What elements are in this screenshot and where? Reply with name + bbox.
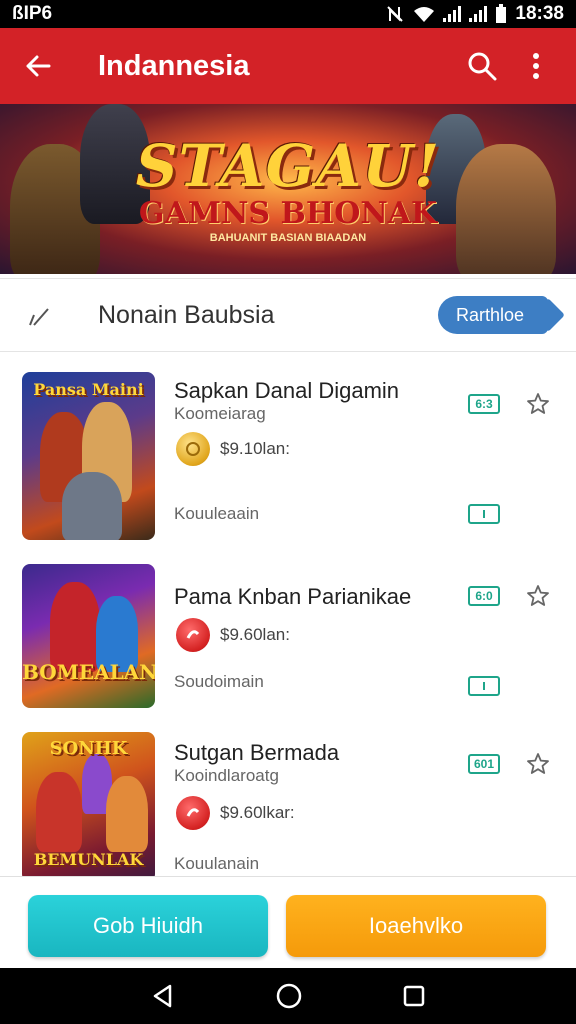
star-icon[interactable] [526, 392, 550, 416]
thumbnail-figure [36, 772, 82, 852]
status-time: 18:38 [515, 3, 564, 24]
more-options-button[interactable] [516, 46, 556, 86]
section-action-button[interactable]: Rarthloe [437, 296, 548, 334]
rating-badge: 6:0 [468, 586, 500, 606]
game-price: $9.60lan: [220, 625, 290, 644]
game-thumbnail[interactable]: SONHK BEMUNLAK [22, 732, 155, 876]
install-badge[interactable] [468, 676, 500, 696]
rating-badge: 601 [468, 754, 500, 774]
banner-title: STAGAU! [135, 132, 441, 200]
signal-2-icon [469, 6, 488, 22]
battery-icon [496, 4, 507, 23]
section-action-label: Rarthloe [455, 304, 524, 325]
price-row: $9.60lkar: [176, 796, 295, 830]
promo-banner[interactable]: STAGAU! GAMNS BHONAK BAHUANIT BASIAN BIA… [0, 104, 576, 274]
game-thumbnail[interactable]: BOMEALAN [22, 564, 155, 708]
game-thumbnail[interactable]: Pansa Maini [22, 372, 155, 540]
thumbnail-figure [62, 472, 122, 540]
game-list: Pansa Maini Sapkan Danal Digamin Koomeia… [0, 352, 576, 876]
star-icon[interactable] [526, 584, 550, 608]
game-price: $9.60lkar: [220, 803, 295, 822]
game-footer-label: Kouuleaain [174, 504, 260, 523]
status-bar: ßIP6 18:38 [0, 0, 576, 28]
primary-right-button[interactable]: Ioaehvlko [286, 895, 546, 957]
star-icon[interactable] [526, 752, 550, 776]
search-button[interactable] [462, 46, 502, 86]
game-footer-label: Kouulanain [174, 854, 260, 873]
red-coin-icon [176, 618, 210, 652]
primary-left-button[interactable]: Gob Hiuidh [28, 895, 268, 957]
wifi-icon [414, 7, 435, 22]
list-item[interactable]: Pansa Maini Sapkan Danal Digamin Koomeia… [0, 352, 576, 552]
game-price: $9.10lan: [220, 439, 290, 458]
search-icon [468, 52, 497, 81]
gold-coin-icon [176, 432, 210, 466]
game-name[interactable]: Pama Knban Parianikae [174, 584, 411, 610]
thumbnail-title: Pansa Maini [33, 380, 144, 399]
banner-subtitle: GAMNS BHONAK [138, 196, 438, 231]
thumbnail-figure [106, 776, 148, 852]
more-vertical-icon [533, 53, 539, 79]
thumbnail-title: SONHK [49, 738, 128, 759]
install-badge[interactable] [468, 504, 500, 524]
game-footer-label: Soudoimain [174, 672, 264, 691]
section-header: Nonain Baubsia Rarthloe [0, 278, 576, 352]
checkmark-icon[interactable] [26, 303, 66, 327]
app-bar: Indannesia [0, 28, 576, 104]
recents-square-icon[interactable] [402, 984, 426, 1008]
banner-caption: BAHUANIT BASIAN BIAADAN [209, 232, 367, 244]
price-row: $9.10lan: [176, 432, 290, 466]
game-developer: Kooindlaroatg [174, 766, 279, 785]
status-carrier: ßIP6 [12, 3, 53, 24]
list-item[interactable]: SONHK BEMUNLAK Sutgan Bermada Kooindlaro… [0, 722, 576, 876]
bottom-action-bar: Gob Hiuidh Ioaehvlko [0, 876, 576, 968]
thumbnail-figure [50, 582, 100, 672]
nfc-icon [387, 6, 404, 22]
red-coin-icon [176, 796, 210, 830]
list-item[interactable]: BOMEALAN Pama Knban Parianikae $9.60lan:… [0, 552, 576, 722]
status-icons: 18:38 [385, 3, 564, 25]
back-button[interactable] [20, 48, 56, 84]
thumbnail-caption: BEMUNLAK [33, 850, 144, 869]
back-triangle-icon[interactable] [150, 983, 176, 1009]
game-name[interactable]: Sutgan Bermada [174, 740, 339, 766]
game-developer: Koomeiarag [174, 404, 266, 423]
system-nav-bar [0, 968, 576, 1024]
home-circle-icon[interactable] [275, 982, 303, 1010]
price-row: $9.60lan: [176, 618, 290, 652]
signal-icon [443, 6, 462, 22]
rating-badge: 6:3 [468, 394, 500, 414]
page-title: Indannesia [98, 49, 250, 82]
thumbnail-title: BOMEALAN [22, 660, 155, 684]
game-name[interactable]: Sapkan Danal Digamin [174, 378, 399, 404]
arrow-left-icon [26, 55, 51, 77]
section-title: Nonain Baubsia [98, 300, 275, 329]
